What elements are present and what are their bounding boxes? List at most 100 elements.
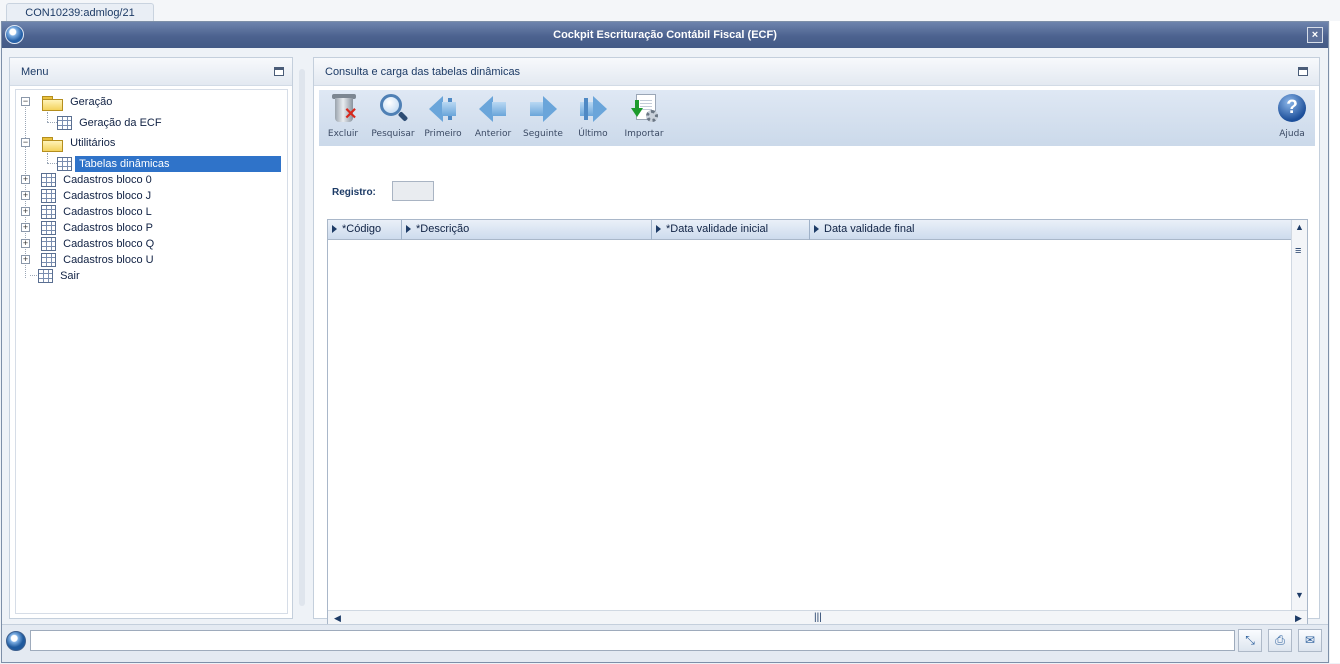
tree-item-geracao[interactable]: − Geração <box>16 94 116 112</box>
column-data-validade-final[interactable]: Data validade final <box>810 220 1291 240</box>
ultimo-label: Último <box>578 129 608 139</box>
primeiro-button[interactable]: Primeiro <box>419 92 467 144</box>
resize-arrow-icon[interactable]: ⤡ <box>1238 629 1262 652</box>
right-margin <box>1330 21 1340 663</box>
tree-item-utilitarios[interactable]: − Utilitários <box>16 135 119 153</box>
sort-triangle-icon <box>656 225 661 234</box>
main-window: Cockpit Escrituração Contábil Fiscal (EC… <box>1 21 1329 663</box>
expand-toggle[interactable]: + <box>21 191 30 200</box>
pesquisar-button[interactable]: Pesquisar <box>369 92 417 144</box>
ajuda-label: Ajuda <box>1279 129 1305 139</box>
toolbar: ✕ Excluir Pesquisar Primeiro Anterior Se… <box>319 90 1315 146</box>
expand-toggle[interactable]: + <box>21 207 30 216</box>
excluir-button[interactable]: ✕ Excluir <box>319 92 367 144</box>
menu-tree: − Geração Geração da ECF − Utilitários T… <box>15 89 288 614</box>
scroll-left-arrow-icon[interactable]: ◀ <box>334 613 341 624</box>
scroll-thumb-grip-icon[interactable]: ≡ <box>1295 245 1301 257</box>
tree-item-label: Cadastros bloco 0 <box>63 174 152 186</box>
ajuda-button[interactable]: ? Ajuda <box>1268 92 1316 144</box>
import-icon <box>627 92 661 126</box>
tree-item-cadastros-bloco-l[interactable]: + Cadastros bloco L <box>16 204 156 220</box>
tree-item-geracao-da-ecf[interactable]: Geração da ECF <box>57 115 166 131</box>
scroll-up-arrow-icon[interactable]: ▲ <box>1295 222 1304 232</box>
session-tab[interactable]: CON10239:admlog/21 <box>6 3 154 22</box>
tree-item-cadastros-bloco-j[interactable]: + Cadastros bloco J <box>16 188 155 204</box>
ultimo-button[interactable]: Último <box>569 92 617 144</box>
column-label: *Data validade inicial <box>666 223 769 235</box>
vertical-scrollbar[interactable]: ▲ ≡ ▼ <box>1291 220 1307 610</box>
folder-icon <box>41 95 64 112</box>
tree-item-cadastros-bloco-q[interactable]: + Cadastros bloco Q <box>16 236 158 252</box>
anterior-label: Anterior <box>474 129 512 139</box>
collapse-toggle[interactable]: − <box>21 138 30 147</box>
previous-arrow-icon <box>476 92 510 126</box>
tree-item-label: Geração <box>70 96 113 108</box>
grid-header: *Código *Descrição *Data validade inicia… <box>328 220 1291 240</box>
table-icon <box>41 189 57 204</box>
expand-toggle[interactable]: + <box>21 239 30 248</box>
tree-item-cadastros-bloco-u[interactable]: + Cadastros bloco U <box>16 252 158 268</box>
expand-toggle[interactable]: + <box>21 255 30 264</box>
sort-triangle-icon <box>406 225 411 234</box>
importar-button[interactable]: Importar <box>620 92 668 144</box>
seguinte-label: Seguinte <box>523 129 563 139</box>
tree-guide-line <box>47 112 48 122</box>
chat-icon[interactable]: ✉ <box>1298 629 1322 652</box>
column-descricao[interactable]: *Descrição <box>402 220 652 240</box>
registro-label: Registro: <box>332 187 376 198</box>
column-data-validade-inicial[interactable]: *Data validade inicial <box>652 220 810 240</box>
last-arrow-icon <box>576 92 610 126</box>
content-header: Consulta e carga das tabelas dinâmicas <box>314 58 1319 86</box>
totvs-logo-icon[interactable] <box>6 631 26 651</box>
content-minimize-button[interactable] <box>1298 67 1308 76</box>
pesquisar-label: Pesquisar <box>371 129 415 139</box>
printer-icon[interactable]: ⎙ <box>1268 629 1292 652</box>
seguinte-button[interactable]: Seguinte <box>519 92 567 144</box>
menu-title: Menu <box>21 66 49 78</box>
tree-item-label: Cadastros bloco P <box>63 222 154 234</box>
sort-triangle-icon <box>814 225 819 234</box>
tree-guide-line <box>47 163 57 164</box>
session-bar: CON10239:admlog/21 <box>0 0 1340 22</box>
content-title: Consulta e carga das tabelas dinâmicas <box>325 66 521 78</box>
tree-item-tabelas-dinamicas[interactable]: Tabelas dinâmicas <box>57 156 282 172</box>
next-arrow-icon <box>526 92 560 126</box>
excluir-label: Excluir <box>327 129 359 139</box>
tree-item-label: Cadastros bloco J <box>63 190 152 202</box>
tree-item-cadastros-bloco-p[interactable]: + Cadastros bloco P <box>16 220 157 236</box>
sort-triangle-icon <box>332 225 337 234</box>
expand-toggle[interactable]: + <box>21 175 30 184</box>
column-codigo[interactable]: *Código <box>328 220 402 240</box>
scroll-thumb-grip-icon[interactable]: ||| <box>814 612 822 623</box>
expand-toggle[interactable]: + <box>21 223 30 232</box>
table-icon <box>38 269 53 284</box>
table-icon <box>41 253 57 268</box>
menu-minimize-button[interactable] <box>274 67 284 76</box>
column-label: *Código <box>342 223 382 235</box>
close-button[interactable]: × <box>1307 27 1323 43</box>
table-icon <box>57 157 72 172</box>
table-icon <box>41 221 57 236</box>
table-icon <box>41 173 57 188</box>
tree-item-label: Utilitários <box>70 137 116 149</box>
tree-item-label: Sair <box>60 270 80 282</box>
tree-guide-line <box>47 122 57 123</box>
primeiro-label: Primeiro <box>424 129 462 139</box>
anterior-button[interactable]: Anterior <box>469 92 517 144</box>
scroll-right-arrow-icon[interactable]: ▶ <box>1295 613 1302 624</box>
collapse-toggle[interactable]: − <box>21 97 30 106</box>
content-panel: Consulta e carga das tabelas dinâmicas ✕… <box>313 57 1320 627</box>
tree-item-label: Cadastros bloco Q <box>63 238 155 250</box>
scroll-down-arrow-icon[interactable]: ▼ <box>1295 590 1304 600</box>
registro-field[interactable] <box>392 181 434 201</box>
panel-splitter[interactable] <box>299 69 305 606</box>
tree-item-label: Cadastros bloco U <box>63 254 154 266</box>
importar-label: Importar <box>624 129 664 139</box>
tree-item-label: Tabelas dinâmicas <box>75 156 282 172</box>
app-logo-icon[interactable] <box>5 25 24 44</box>
tree-guide-line <box>47 153 48 163</box>
tree-item-cadastros-bloco-0[interactable]: + Cadastros bloco 0 <box>16 172 156 188</box>
data-grid: *Código *Descrição *Data validade inicia… <box>327 219 1308 627</box>
tree-item-sair[interactable]: Sair <box>38 268 84 284</box>
status-message-field <box>30 630 1235 651</box>
